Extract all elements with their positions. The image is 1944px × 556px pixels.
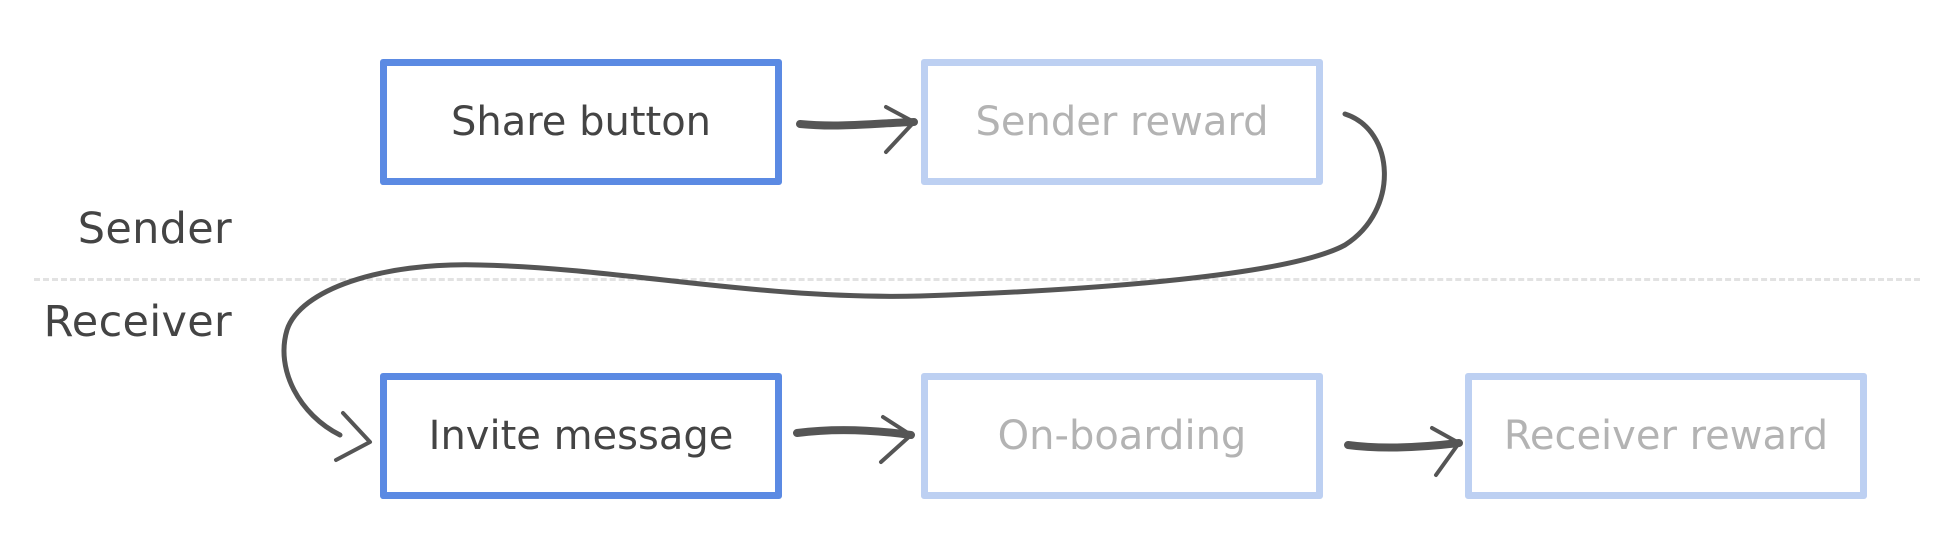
node-receiver-reward[interactable]: Receiver reward [1465, 373, 1867, 499]
arrow-invite-to-onboarding [793, 415, 915, 464]
lane-label-receiver: Receiver [43, 297, 232, 347]
node-sender-reward[interactable]: Sender reward [921, 59, 1323, 185]
node-onboarding[interactable]: On-boarding [921, 373, 1323, 499]
arrow-share-to-sender-reward [796, 105, 918, 154]
node-label: On-boarding [997, 413, 1247, 459]
arrow-onboarding-to-receiver-reward [1344, 426, 1463, 477]
node-label: Sender reward [975, 99, 1269, 145]
node-invite-message[interactable]: Invite message [380, 373, 782, 499]
lane-label-sender: Sender [77, 204, 232, 254]
node-label: Share button [450, 99, 712, 145]
node-label: Receiver reward [1503, 413, 1829, 459]
lane-divider [34, 278, 1920, 281]
node-label: Invite message [428, 413, 734, 459]
node-share-button[interactable]: Share button [380, 59, 782, 185]
